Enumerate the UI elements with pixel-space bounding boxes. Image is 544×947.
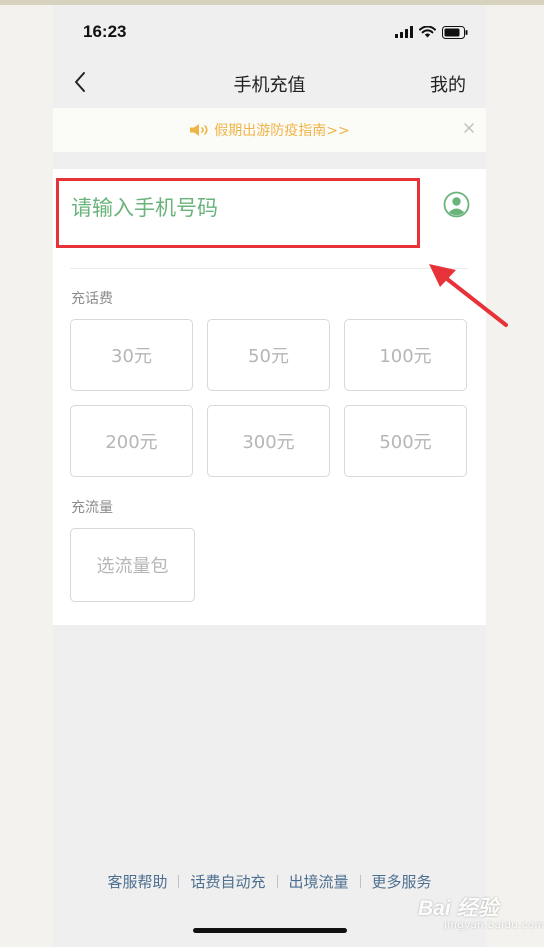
home-indicator[interactable] bbox=[193, 928, 347, 933]
recharge-option-50[interactable]: 50元 bbox=[207, 319, 330, 391]
status-time: 16:23 bbox=[83, 22, 127, 41]
recharge-option-30[interactable]: 30元 bbox=[70, 319, 193, 391]
recharge-card: 充话费 30元 50元 100元 200元 300元 500元 充流量 选流量包 bbox=[53, 169, 486, 625]
battery-icon bbox=[442, 25, 468, 39]
recharge-option-200[interactable]: 200元 bbox=[70, 405, 193, 477]
phone-screen: 16:23 手机充值 我的 假期出游防疫指南>> 请输入手机号码 充话费 30元… bbox=[53, 5, 486, 947]
notice-text: 假期出游防疫指南>> bbox=[214, 123, 350, 139]
status-icons bbox=[395, 24, 468, 40]
watermark-brand: Bai 经验 bbox=[418, 897, 499, 920]
annotation-arrow-icon bbox=[429, 264, 508, 327]
status-bar: 16:23 bbox=[53, 5, 486, 57]
data-plan-section-label: 充流量 bbox=[71, 500, 113, 516]
footer-link-help[interactable]: 客服帮助 bbox=[96, 871, 178, 892]
close-icon[interactable] bbox=[462, 121, 476, 135]
page-title: 手机充值 bbox=[233, 75, 306, 96]
notice-bar: 假期出游防疫指南>> bbox=[53, 108, 486, 152]
data-plan-option[interactable]: 选流量包 bbox=[70, 528, 195, 602]
notice-link[interactable]: 假期出游防疫指南>> bbox=[53, 120, 486, 140]
my-account-link[interactable]: 我的 bbox=[430, 71, 466, 97]
wifi-icon bbox=[419, 26, 436, 38]
phone-number-input[interactable] bbox=[71, 193, 391, 223]
phone-input-highlight bbox=[56, 178, 420, 248]
watermark: Bai 经验 jingyan.baidu.com bbox=[418, 888, 544, 940]
recharge-section-label: 充话费 bbox=[71, 291, 113, 307]
nav-bar: 手机充值 我的 bbox=[53, 57, 486, 107]
watermark-url: jingyan.baidu.com bbox=[444, 920, 544, 931]
speaker-icon bbox=[190, 124, 208, 136]
recharge-option-500[interactable]: 500元 bbox=[344, 405, 467, 477]
divider bbox=[70, 268, 468, 269]
recharge-option-300[interactable]: 300元 bbox=[207, 405, 330, 477]
footer-link-auto-recharge[interactable]: 话费自动充 bbox=[179, 871, 276, 892]
contact-icon[interactable] bbox=[443, 191, 470, 218]
signal-icon bbox=[395, 26, 413, 38]
footer-link-roaming-data[interactable]: 出境流量 bbox=[278, 871, 360, 892]
